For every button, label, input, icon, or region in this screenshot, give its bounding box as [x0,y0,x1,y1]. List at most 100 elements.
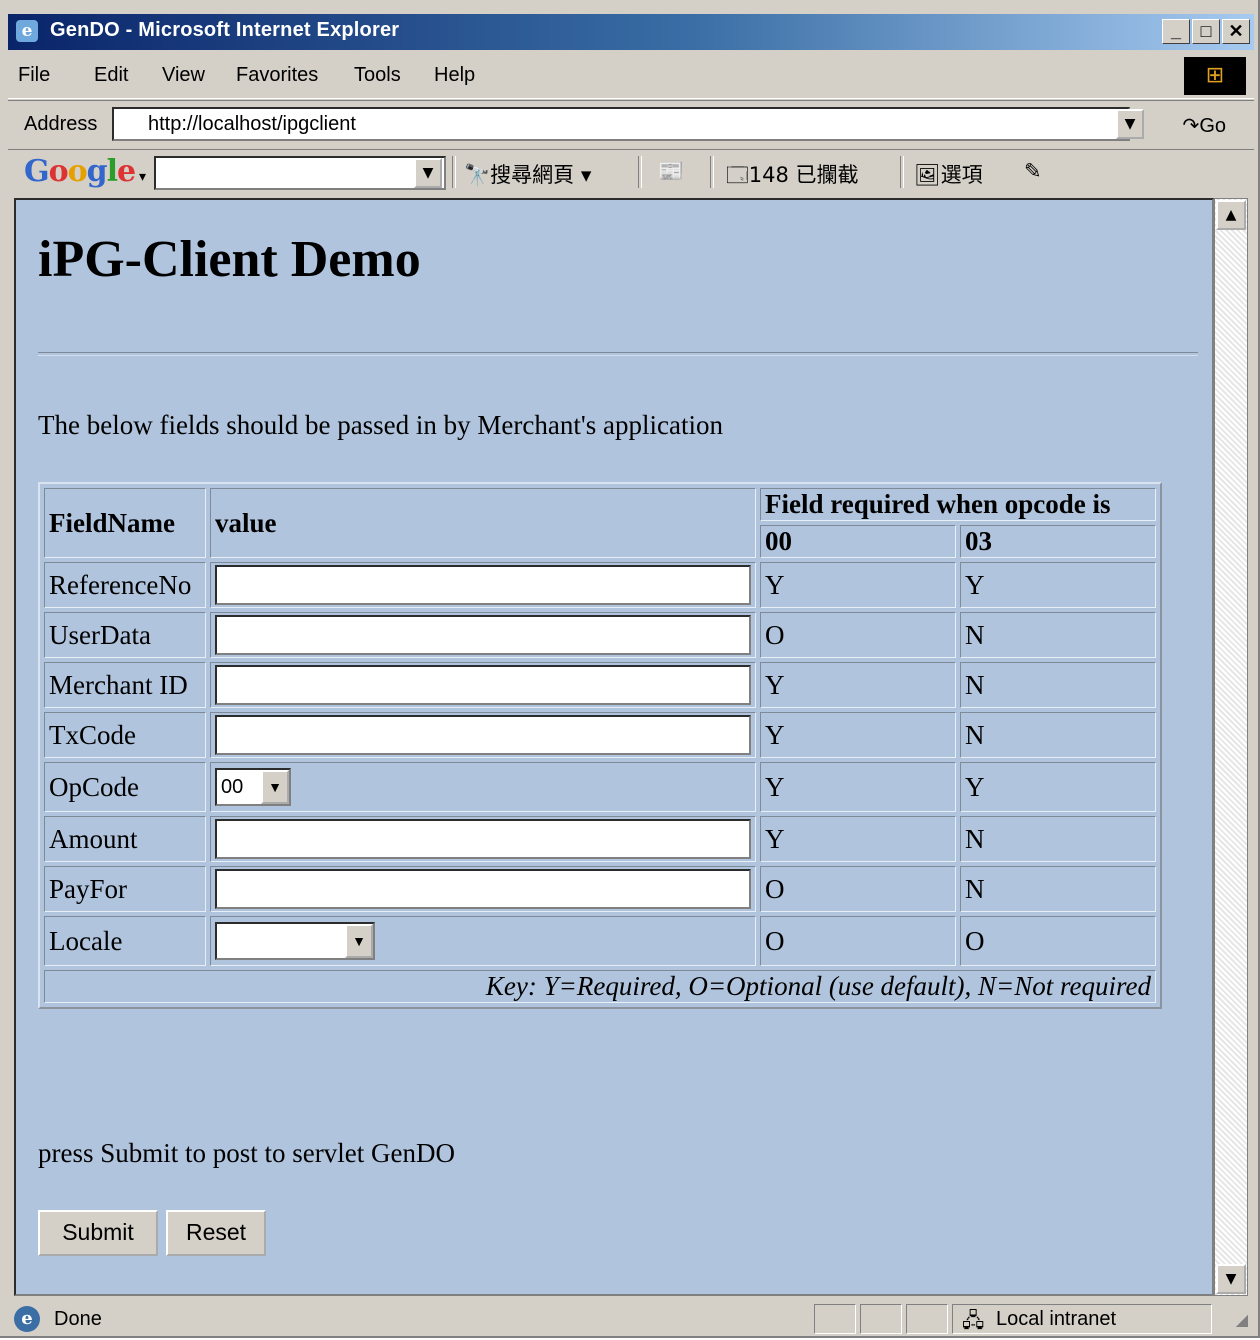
value-cell [210,816,756,862]
address-label: Address [24,113,98,135]
popup-blocker-button[interactable]: 🗔148 已攔截 [726,159,859,196]
status-pane [906,1304,948,1334]
resize-grip-icon[interactable]: ◢ [1236,1310,1248,1329]
toolbar-separator [900,156,904,188]
intranet-icon: 🖧 [962,1308,985,1332]
search-web-label: 搜尋網頁 [490,163,575,187]
highlighter-icon[interactable]: ✎ [1024,159,1042,183]
scroll-down-icon[interactable]: ▼ [1216,1264,1246,1294]
page-content: iPG-Client Demo The below fields should … [14,198,1214,1296]
header-value: value [210,488,756,558]
table-row: OpCode 00 ▼ Y Y [44,762,1156,812]
req-00: Y [760,712,956,758]
req-00: Y [760,816,956,862]
field-name: Merchant ID [44,662,206,708]
amount-input[interactable] [215,819,751,859]
toolbar-separator [638,156,642,188]
popup-blocked-label: 148 已攔截 [748,163,859,187]
address-input[interactable] [112,107,1130,141]
value-cell [210,562,756,608]
page-icon: e [14,1306,40,1332]
google-search-input[interactable] [154,156,446,190]
key-legend: Key: Y=Required, O=Optional (use default… [44,970,1156,1003]
google-search-dropdown[interactable]: ▼ [414,158,442,188]
field-name: UserData [44,612,206,658]
status-pane [814,1304,856,1334]
header-opcode-00: 00 [760,525,956,558]
req-00: O [760,916,956,966]
status-text: Done [54,1308,102,1330]
submit-button[interactable]: Submit [38,1210,158,1256]
value-cell [210,662,756,708]
google-toolbar: Google ▾ ▼ 🔭搜尋網頁 ▾ 📰 🗔148 已攔截 🖼選項 ✎ [8,150,1254,194]
address-bar: Address ▼ ↷Go [8,100,1254,150]
close-button[interactable]: ✕ [1222,19,1250,44]
window-title: GenDO - Microsoft Internet Explorer [50,19,400,41]
page-title: iPG-Client Demo [38,231,421,288]
intro-text: The below fields should be passed in by … [38,410,723,440]
header-required: Field required when opcode is [760,488,1156,521]
options-button[interactable]: 🖼選項 [914,159,983,189]
table-row: UserData O N [44,612,1156,658]
req-03: Y [960,762,1156,812]
reset-button[interactable]: Reset [166,1210,266,1256]
options-label: 選項 [940,163,983,187]
opcode-selected: 00 [221,776,244,798]
divider [38,352,1198,356]
minimize-button[interactable]: _ [1162,19,1190,44]
title-bar: e GenDO - Microsoft Internet Explorer _ … [8,14,1254,50]
txcode-input[interactable] [215,715,751,755]
req-03: N [960,612,1156,658]
req-00: O [760,612,956,658]
req-03: N [960,816,1156,862]
field-name: PayFor [44,866,206,912]
payfor-input[interactable] [215,869,751,909]
field-name: OpCode [44,762,206,812]
locale-select[interactable]: ▼ [215,922,375,960]
header-fieldname: FieldName [44,488,206,558]
table-row: ReferenceNo Y Y [44,562,1156,608]
req-03: N [960,866,1156,912]
req-00: O [760,866,956,912]
table-row: Locale ▼ O O [44,916,1156,966]
status-bar: e Done 🖧 Local intranet ◢ [8,1302,1254,1336]
table-row: Merchant ID Y N [44,662,1156,708]
req-03: N [960,712,1156,758]
req-03: Y [960,562,1156,608]
menu-file[interactable]: File [18,64,50,87]
field-name: TxCode [44,712,206,758]
maximize-button[interactable]: □ [1192,19,1220,44]
status-pane [860,1304,902,1334]
go-label: Go [1199,115,1226,137]
key-row: Key: Y=Required, O=Optional (use default… [44,970,1156,1003]
value-cell [210,612,756,658]
opcode-select[interactable]: 00 ▼ [215,768,291,806]
userdata-input[interactable] [215,615,751,655]
google-logo[interactable]: Google ▾ [24,154,146,189]
field-name: Locale [44,916,206,966]
go-button[interactable]: ↷Go [1183,113,1226,138]
vertical-scrollbar[interactable]: ▲ ▼ [1214,198,1248,1296]
value-cell [210,866,756,912]
news-icon[interactable]: 📰 [658,159,684,184]
table-row: Amount Y N [44,816,1156,862]
req-03: N [960,662,1156,708]
menu-tools[interactable]: Tools [354,64,401,87]
menu-edit[interactable]: Edit [94,64,128,87]
value-cell: 00 ▼ [210,762,756,812]
menu-view[interactable]: View [162,64,205,87]
scroll-up-icon[interactable]: ▲ [1216,200,1246,230]
chevron-down-icon[interactable]: ▼ [261,770,289,804]
menu-favorites[interactable]: Favorites [236,64,318,87]
chevron-down-icon[interactable]: ▼ [345,924,373,958]
req-00: Y [760,562,956,608]
referenceno-input[interactable] [215,565,751,605]
field-name: ReferenceNo [44,562,206,608]
fields-table: FieldName value Field required when opco… [38,482,1162,1009]
merchant-id-input[interactable] [215,665,751,705]
header-opcode-03: 03 [960,525,1156,558]
value-cell: ▼ [210,916,756,966]
menu-help[interactable]: Help [434,64,475,87]
address-dropdown-button[interactable]: ▼ [1116,109,1144,139]
search-web-button[interactable]: 🔭搜尋網頁 ▾ [464,159,591,189]
